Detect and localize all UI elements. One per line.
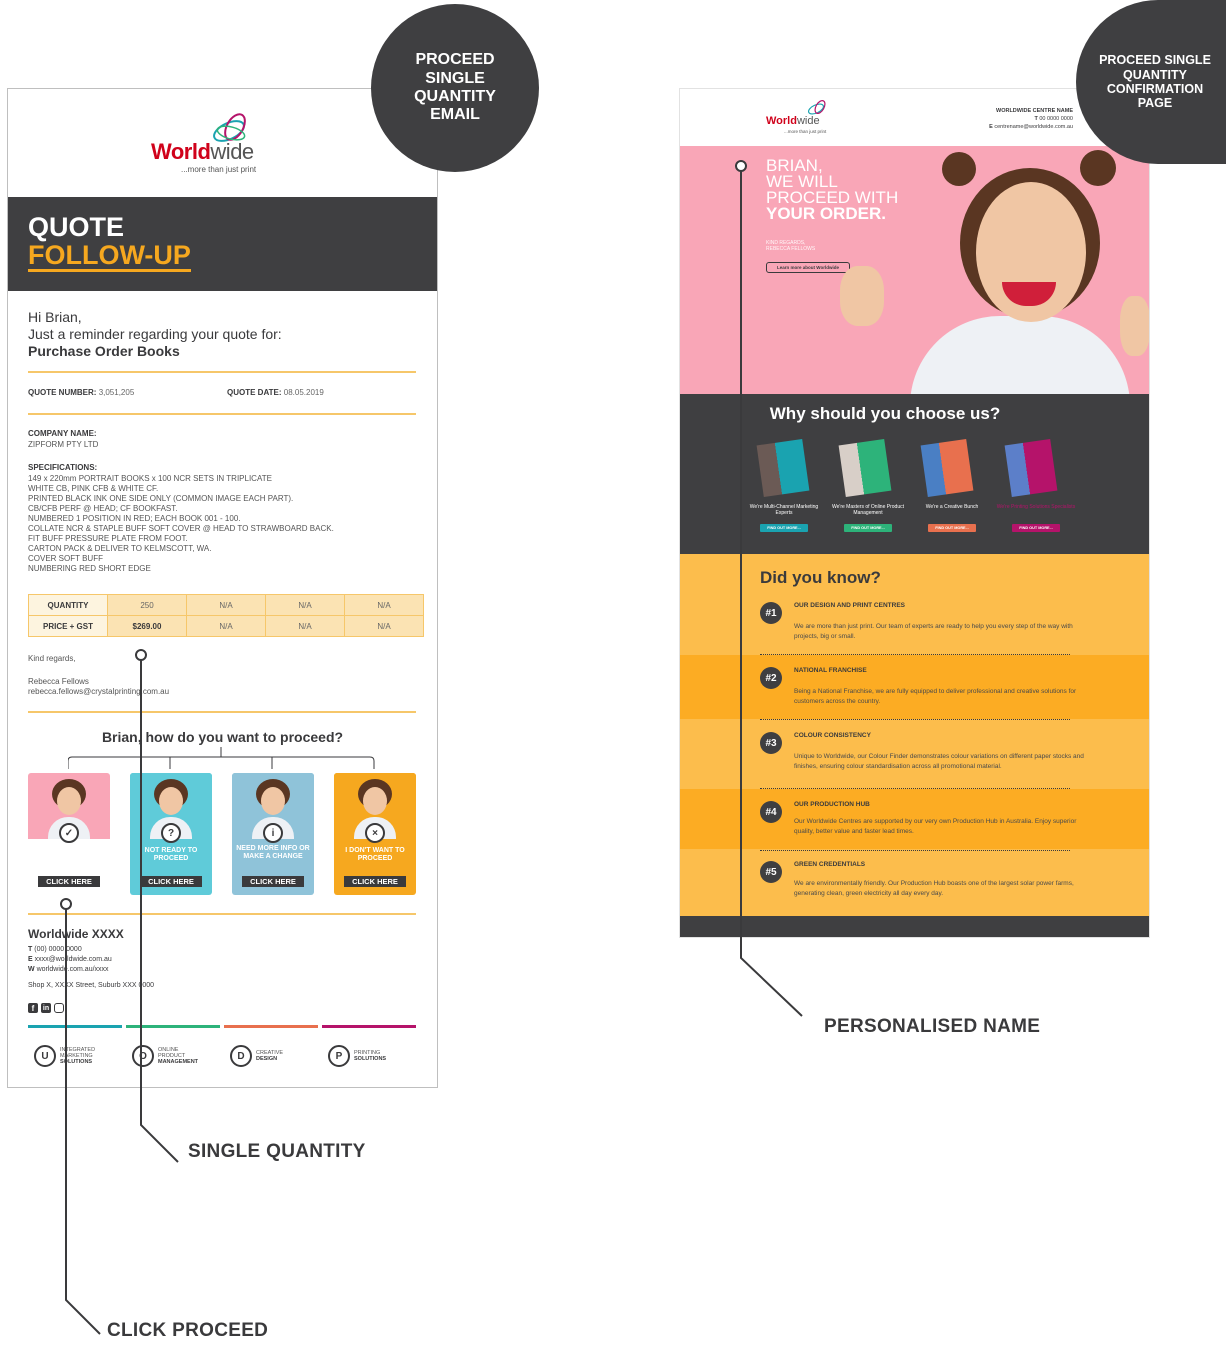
annotation-click-proceed: CLICK PROCEED bbox=[107, 1320, 269, 1341]
annotation-single-quantity: SINGLE QUANTITY bbox=[188, 1141, 366, 1162]
annotation-personalised-name: PERSONALISED NAME bbox=[824, 1016, 1041, 1037]
annotation-lines bbox=[60, 160, 803, 1335]
